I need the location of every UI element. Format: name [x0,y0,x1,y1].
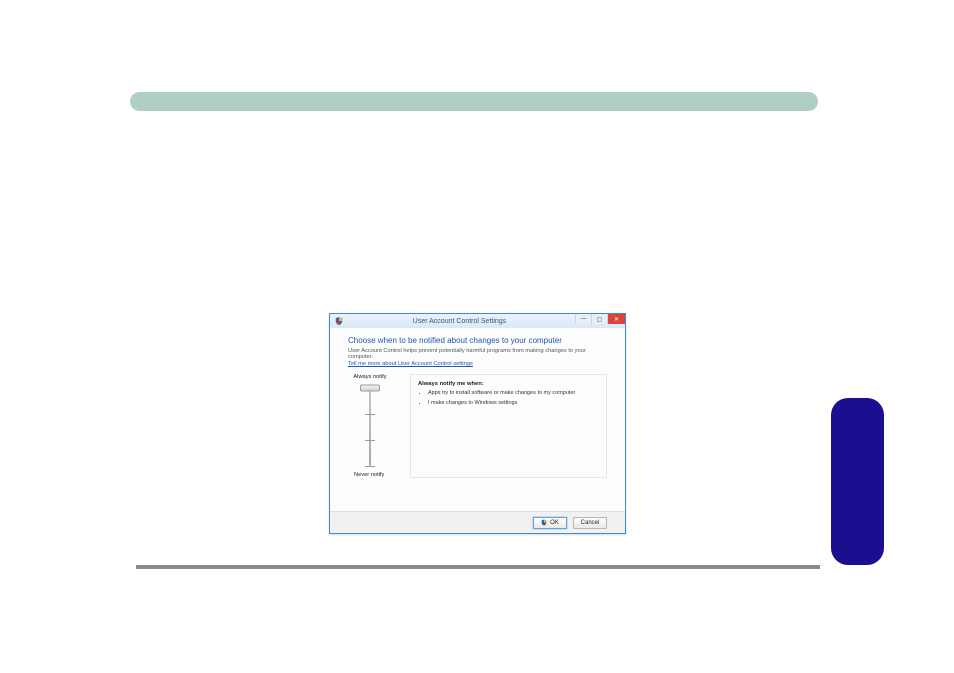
window-title: User Account Control Settings [344,318,575,325]
slider-bottom-label: Never notify [354,472,384,478]
uac-slider[interactable] [356,382,384,470]
list-item: I make changes to Windows settings [428,400,599,407]
uac-window: User Account Control Settings — ▢ ✕ Choo… [329,313,626,534]
minimize-button[interactable]: — [575,314,591,324]
footer-divider [136,565,820,569]
slider-tick [365,466,375,467]
shield-icon [541,519,547,526]
slider-tick [365,414,375,415]
cancel-button[interactable]: Cancel [573,517,607,529]
list-item: Apps try to install software or make cha… [428,390,599,397]
description-box: Always notify me when: Apps try to insta… [410,374,607,478]
page-header-bar [130,92,818,111]
titlebar[interactable]: User Account Control Settings — ▢ ✕ [330,314,625,328]
description-title: Always notify me when: [418,381,599,387]
ok-label: OK [550,520,559,526]
dialog-heading: Choose when to be notified about changes… [348,336,607,345]
dialog-body: Always notify Never notify Always notify… [348,374,607,478]
shield-icon [334,316,344,326]
button-bar: OK Cancel [330,511,625,533]
slider-column: Always notify Never notify [348,374,392,478]
description-list: Apps try to install software or make cha… [418,390,599,407]
maximize-button[interactable]: ▢ [591,314,607,324]
slider-track [369,386,371,466]
window-controls: — ▢ ✕ [575,314,625,328]
slider-top-label: Always notify [353,374,386,380]
slider-thumb[interactable] [360,385,380,392]
help-link[interactable]: Tell me more about User Account Control … [348,361,607,367]
slider-tick [365,440,375,441]
dialog-content: Choose when to be notified about changes… [330,328,625,478]
cancel-label: Cancel [581,520,600,526]
side-tab[interactable] [831,398,884,565]
ok-button[interactable]: OK [533,517,567,529]
dialog-subtext: User Account Control helps prevent poten… [348,348,607,360]
close-button[interactable]: ✕ [607,314,625,324]
